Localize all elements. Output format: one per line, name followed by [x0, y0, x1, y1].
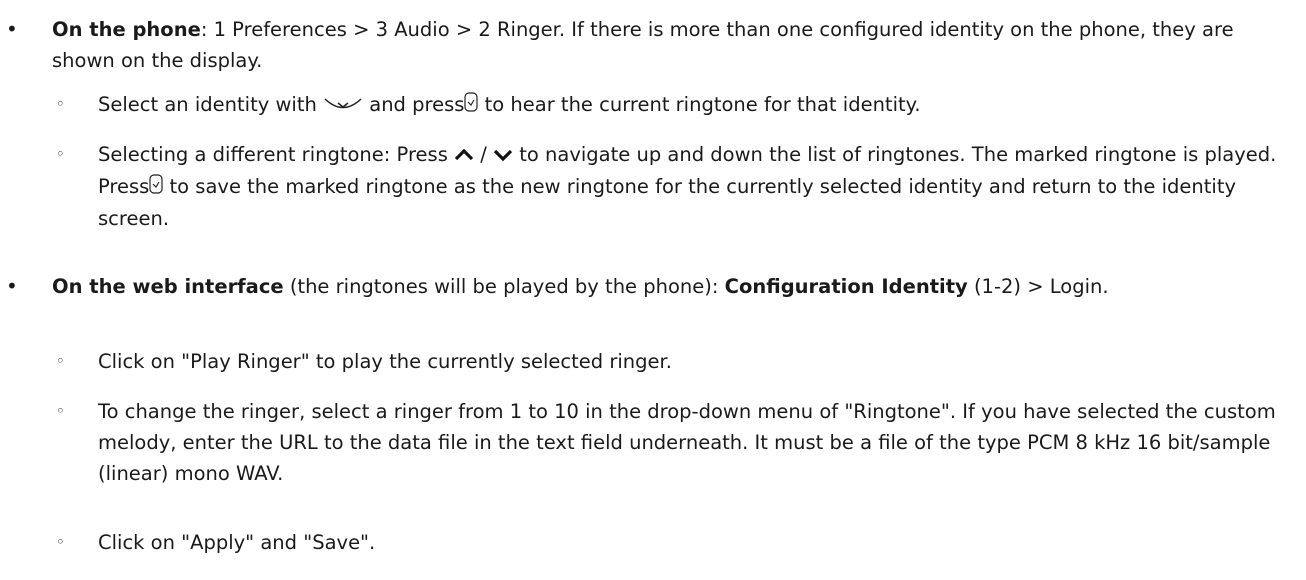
- nav-down-key-icon: [323, 90, 363, 121]
- bullet: •: [6, 17, 18, 41]
- phone-label: On the phone: [52, 18, 201, 41]
- web-sub1-text: Click on "Play Ringer" to play the curre…: [98, 350, 672, 373]
- ok-key-icon: [464, 90, 479, 121]
- web-middle-text: (the ringtones will be played by the pho…: [283, 275, 725, 298]
- bullet: •: [6, 274, 18, 298]
- document-page: • On the phone: 1 Preferences > 3 Audio …: [0, 0, 1306, 580]
- web-tail-text: (1-2) > Login.: [967, 275, 1109, 298]
- configuration-identity-label: Configuration Identity: [724, 275, 968, 298]
- phone-path-text: : 1 Preferences > 3 Audio > 2 Ringer. If…: [52, 18, 1234, 72]
- sub-bullet: ◦: [56, 95, 65, 113]
- sub1-text-b: and press: [369, 93, 465, 116]
- web-label: On the web interface: [52, 275, 284, 298]
- sub2-text-a: Selecting a different ringtone: Press: [98, 143, 448, 166]
- down-arrow-icon: [493, 140, 513, 171]
- web-sub2-text: To change the ringer, select a ringer fr…: [98, 400, 1276, 485]
- sub1-text-a: Select an identity with: [98, 93, 317, 116]
- phone-sub2-text: Selecting a different ringtone: Press / …: [98, 139, 1288, 234]
- sub-bullet: ◦: [56, 145, 65, 163]
- up-arrow-icon: [454, 140, 474, 171]
- phone-paragraph: On the phone: 1 Preferences > 3 Audio > …: [52, 14, 1288, 76]
- sub-bullet: ◦: [56, 352, 65, 370]
- ok-key-icon: [149, 172, 163, 203]
- sub-bullet: ◦: [56, 533, 65, 551]
- web-sub3-text: Click on "Apply" and "Save".: [98, 531, 376, 554]
- sub-bullet: ◦: [56, 402, 65, 420]
- arrow-slash: /: [480, 143, 487, 166]
- phone-sub1-text: Select an identity with and press to hea…: [98, 89, 1288, 121]
- web-paragraph: On the web interface (the ringtones will…: [52, 271, 1288, 302]
- sub1-text-c: to hear the current ringtone for that id…: [484, 93, 921, 116]
- sub2-text-c: to save the marked ringtone as the new r…: [98, 175, 1237, 230]
